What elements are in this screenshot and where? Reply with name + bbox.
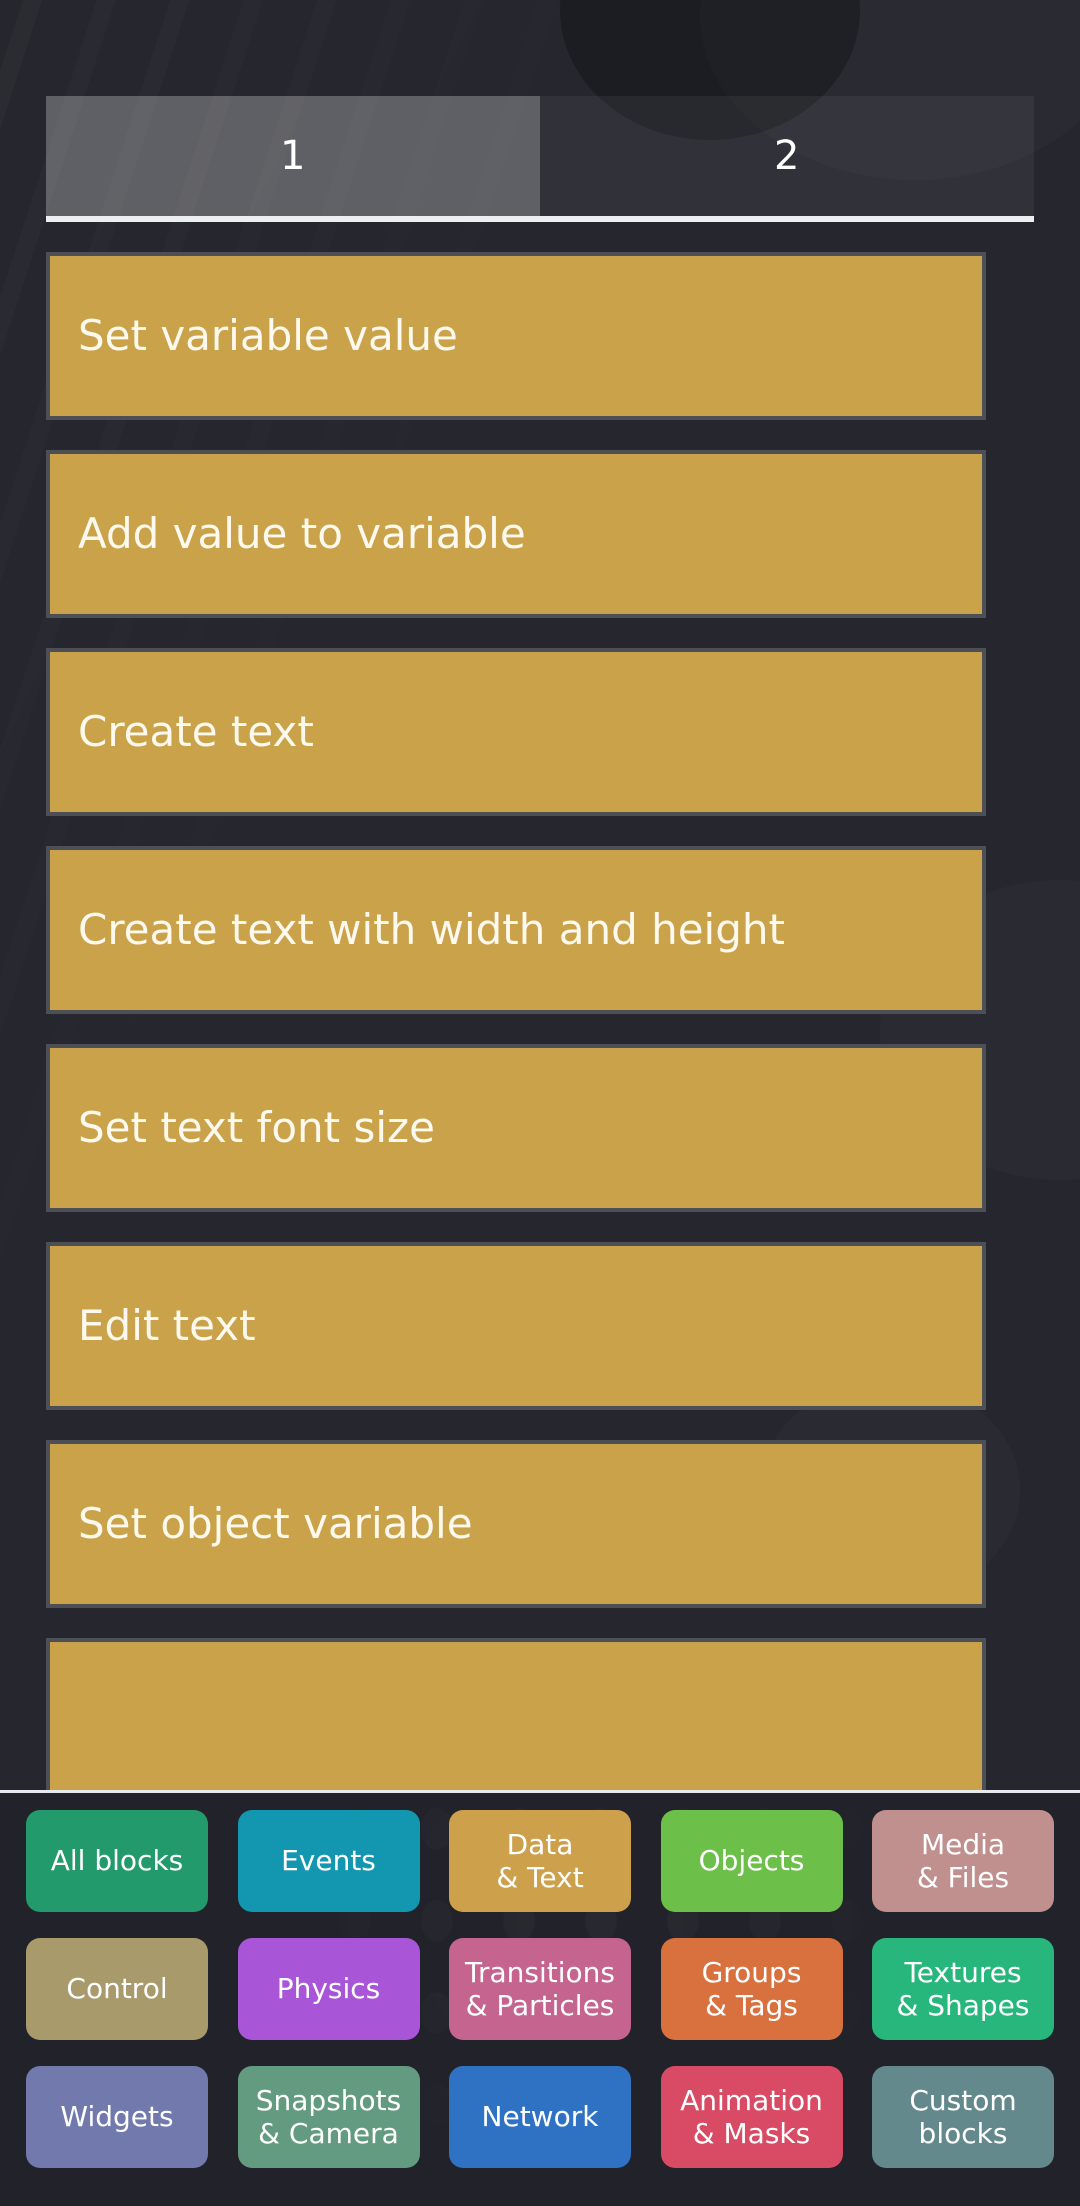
block-item[interactable]: Set object variable: [46, 1440, 986, 1608]
category-button-data-text[interactable]: Data & Text: [449, 1810, 631, 1912]
block-label: Set variable value: [78, 310, 458, 360]
category-button-events[interactable]: Events: [237, 1810, 420, 1912]
tab-underline: [46, 216, 1034, 222]
block-item[interactable]: Add value to variable: [46, 450, 986, 618]
tab-1[interactable]: 1: [46, 96, 540, 216]
category-button-label: Physics: [276, 1972, 381, 2006]
category-button-grid: All blocks Events Data & Text Objects Media & …: [0, 1797, 1080, 2181]
block-picker-screen: 12 Set variable value Add value to variab…: [0, 0, 1080, 2206]
category-button-textures-shapes[interactable]: Textures & Shapes: [872, 1938, 1054, 2040]
block-label: Create text with width and height: [78, 904, 785, 954]
block-item[interactable]: Create text: [46, 648, 986, 816]
category-button-physics[interactable]: Physics: [237, 1938, 420, 2040]
block-label: Create text: [78, 706, 314, 756]
category-button-objects[interactable]: Objects: [660, 1810, 843, 1912]
block-item[interactable]: Set variable value: [46, 252, 986, 420]
category-row: Widgets Snapshots & Camera Network Animation…: [0, 2053, 1080, 2181]
category-button-label: Media & Files: [916, 1827, 1010, 1894]
block-item[interactable]: Create text with width and height: [46, 846, 986, 1014]
tab-label: 2: [774, 133, 800, 179]
category-button-custom-blocks[interactable]: Custom blocks: [872, 2066, 1054, 2168]
category-button-label: Transitions & Particles: [465, 1955, 615, 2022]
block-list[interactable]: Set variable value Add value to variable C…: [0, 252, 1080, 1790]
category-button-all-blocks[interactable]: All blocks: [26, 1810, 208, 1912]
category-button-label: Control: [66, 1972, 168, 2006]
block-label: Set object variable: [78, 1498, 473, 1548]
block-item[interactable]: Set text font size: [46, 1044, 986, 1212]
category-button-label: All blocks: [50, 1844, 184, 1878]
category-button-label: Objects: [698, 1844, 805, 1878]
category-button-label: Textures & Shapes: [896, 1955, 1030, 2022]
category-row: Control Physics Transitions & Particles Grou…: [0, 1925, 1080, 2053]
category-button-label: Widgets: [60, 2100, 174, 2134]
category-button-label: Snapshots & Camera: [255, 2083, 402, 2150]
category-button-label: Data & Text: [496, 1827, 584, 1894]
category-button-groups-tags[interactable]: Groups & Tags: [660, 1938, 843, 2040]
category-button-label: Network: [481, 2100, 599, 2134]
block-label: Set text font size: [78, 1102, 435, 1152]
block-label: Edit text: [78, 1300, 256, 1350]
block-label: Add value to variable: [78, 508, 526, 558]
block-item[interactable]: Edit text: [46, 1242, 986, 1410]
page-tab-bar: 12: [46, 96, 1034, 216]
category-button-label: Groups & Tags: [701, 1955, 802, 2022]
category-button-animation-masks[interactable]: Animation & Masks: [660, 2066, 843, 2168]
category-button-label: Custom blocks: [909, 2083, 1017, 2150]
tab-label: 1: [280, 133, 306, 179]
category-button-widgets[interactable]: Widgets: [26, 2066, 208, 2168]
category-panel: All blocks Events Data & Text Objects Media & …: [0, 1790, 1080, 2206]
category-button-media-files[interactable]: Media & Files: [872, 1810, 1054, 1912]
block-item[interactable]: [46, 1638, 986, 1790]
category-row: All blocks Events Data & Text Objects Media & …: [0, 1797, 1080, 1925]
category-button-transitions-particles[interactable]: Transitions & Particles: [449, 1938, 631, 2040]
category-button-snapshots-camera[interactable]: Snapshots & Camera: [237, 2066, 420, 2168]
category-button-label: Animation & Masks: [680, 2083, 823, 2150]
category-button-network[interactable]: Network: [449, 2066, 631, 2168]
category-button-control[interactable]: Control: [26, 1938, 208, 2040]
category-button-label: Events: [281, 1844, 376, 1878]
tab-2[interactable]: 2: [540, 96, 1034, 216]
